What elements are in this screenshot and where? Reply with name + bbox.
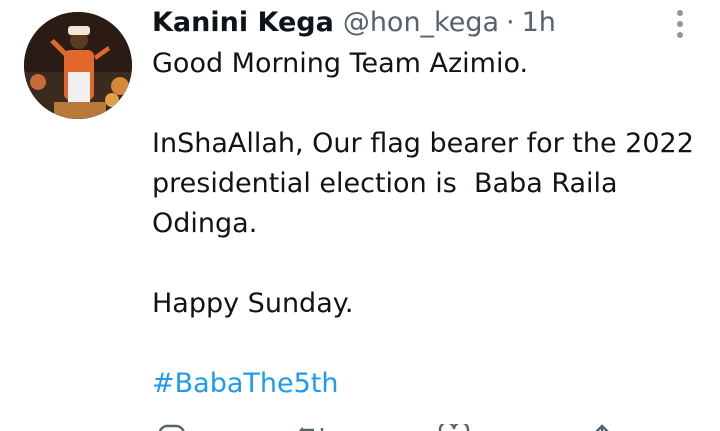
tweet-time[interactable]: 1h (522, 7, 556, 38)
reply-icon (158, 424, 185, 431)
hashtag-link[interactable]: #BabaThe5th (152, 368, 338, 399)
tweet-actions (0, 414, 720, 431)
retweet-icon (298, 427, 324, 431)
separator-dot: · (506, 6, 515, 38)
avatar[interactable] (24, 12, 132, 119)
tweet-header: Kanini Kega @hon_kega · 1h (152, 4, 556, 40)
like-icon (438, 424, 470, 431)
avatar-image (24, 12, 132, 119)
tweet[interactable]: Kanini Kega @hon_kega · 1h Good Morning … (0, 0, 720, 431)
retweet-button[interactable] (296, 424, 328, 431)
tweet-line-closing: Happy Sunday. (152, 288, 354, 319)
share-icon (595, 424, 609, 431)
reply-button[interactable] (156, 424, 186, 431)
more-options-button[interactable] (668, 8, 692, 40)
tweet-text: Good Morning Team Azimio. InShaAllah, Ou… (152, 44, 712, 404)
like-button[interactable] (438, 424, 470, 431)
tweet-line-greeting: Good Morning Team Azimio. (152, 48, 529, 79)
more-icon (677, 10, 683, 16)
author-handle[interactable]: @hon_kega (343, 7, 499, 38)
tweet-line-announcement: InShaAllah, Our flag bearer for the 2022… (152, 128, 703, 239)
share-button[interactable] (588, 424, 616, 431)
author-name[interactable]: Kanini Kega (152, 7, 334, 38)
